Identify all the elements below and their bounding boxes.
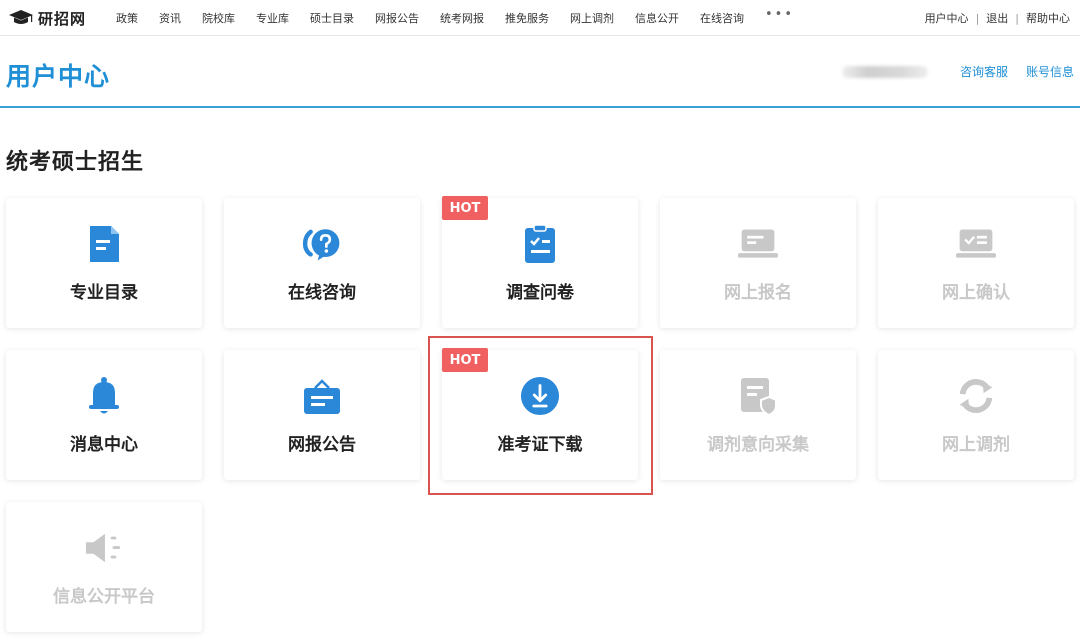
card-label: 消息中心	[70, 435, 138, 455]
card-message-center[interactable]: 消息中心	[6, 350, 202, 480]
user-center-link[interactable]: 用户中心	[925, 10, 969, 26]
card-label: 网上确认	[942, 283, 1010, 303]
refresh-icon	[956, 376, 996, 416]
nav-item-online-consultation[interactable]: 在线咨询	[700, 10, 744, 26]
page-title: 用户中心	[6, 62, 111, 91]
logo-text: 研招网	[38, 9, 87, 28]
card-adjustment-intention[interactable]: 调剂意向采集	[660, 350, 856, 480]
logout-link[interactable]: 退出	[986, 10, 1008, 26]
header-actions: 咨询客服 账号信息	[841, 63, 1074, 80]
card-info-disclosure-platform[interactable]: 信息公开平台	[6, 502, 202, 632]
card-label: 在线咨询	[288, 283, 356, 303]
notice-board-icon	[302, 376, 342, 416]
card-major-catalog[interactable]: 专业目录	[6, 198, 202, 328]
section-title: 统考硕士招生	[6, 150, 145, 175]
nav-item-registration-notice[interactable]: 网报公告	[375, 10, 419, 26]
nav-item-master-catalog[interactable]: 硕士目录	[310, 10, 354, 26]
card-label: 网上调剂	[942, 435, 1010, 455]
card-online-confirmation[interactable]: 网上确认	[878, 198, 1074, 328]
more-menu-icon[interactable]: •••	[765, 7, 794, 26]
separator: |	[975, 11, 980, 25]
account-info-link[interactable]: 账号信息	[1026, 63, 1074, 80]
card-online-consultation[interactable]: 在线咨询	[224, 198, 420, 328]
nav-item-majors[interactable]: 专业库	[256, 10, 289, 26]
card-label: 专业目录	[70, 283, 138, 303]
card-registration-notice[interactable]: 网报公告	[224, 350, 420, 480]
page-header: 用户中心 咨询客服 账号信息	[0, 36, 1080, 108]
doc-shield-icon	[738, 376, 778, 416]
clipboard-check-icon	[520, 224, 560, 264]
main-menu: 政策 资讯 院校库 专业库 硕士目录 网报公告 统考网报 推免服务 网上调剂 信…	[116, 7, 794, 26]
highlight-frame	[428, 336, 653, 495]
question-chat-icon	[302, 224, 342, 264]
account-links: 用户中心 | 退出 | 帮助中心	[925, 10, 1070, 26]
top-navigation-bar: 研招网 政策 资讯 院校库 专业库 硕士目录 网报公告 统考网报 推免服务 网上…	[0, 0, 1080, 36]
site-logo[interactable]: 研招网	[8, 8, 86, 28]
help-center-link[interactable]: 帮助中心	[1026, 10, 1070, 26]
nav-item-information-disclosure[interactable]: 信息公开	[635, 10, 679, 26]
screen-check-icon	[956, 224, 996, 264]
card-online-registration[interactable]: 网上报名	[660, 198, 856, 328]
customer-service-link[interactable]: 咨询客服	[960, 63, 1008, 80]
card-survey[interactable]: HOT 调查问卷	[442, 196, 638, 328]
separator: |	[1015, 11, 1019, 25]
hot-badge: HOT	[442, 196, 488, 220]
document-icon	[84, 224, 124, 264]
nav-item-online-adjustment[interactable]: 网上调剂	[570, 10, 614, 26]
blurred-username	[841, 65, 928, 78]
nav-item-exam-registration[interactable]: 统考网报	[440, 10, 484, 26]
speaker-icon	[84, 528, 124, 568]
card-label: 调剂意向采集	[707, 435, 809, 455]
nav-item-policy[interactable]: 政策	[116, 10, 138, 26]
card-label: 网报公告	[288, 435, 356, 455]
bell-icon	[84, 376, 124, 416]
nav-item-news[interactable]: 资讯	[159, 10, 181, 26]
card-label: 网上报名	[724, 283, 792, 303]
nav-item-recommendation[interactable]: 推免服务	[505, 10, 549, 26]
card-label: 调查问卷	[506, 283, 574, 303]
card-online-adjustment[interactable]: 网上调剂	[878, 350, 1074, 480]
graduation-cap-icon	[9, 10, 33, 24]
card-label: 信息公开平台	[53, 587, 155, 607]
laptop-icon	[738, 224, 778, 264]
nav-item-schools[interactable]: 院校库	[202, 10, 235, 26]
